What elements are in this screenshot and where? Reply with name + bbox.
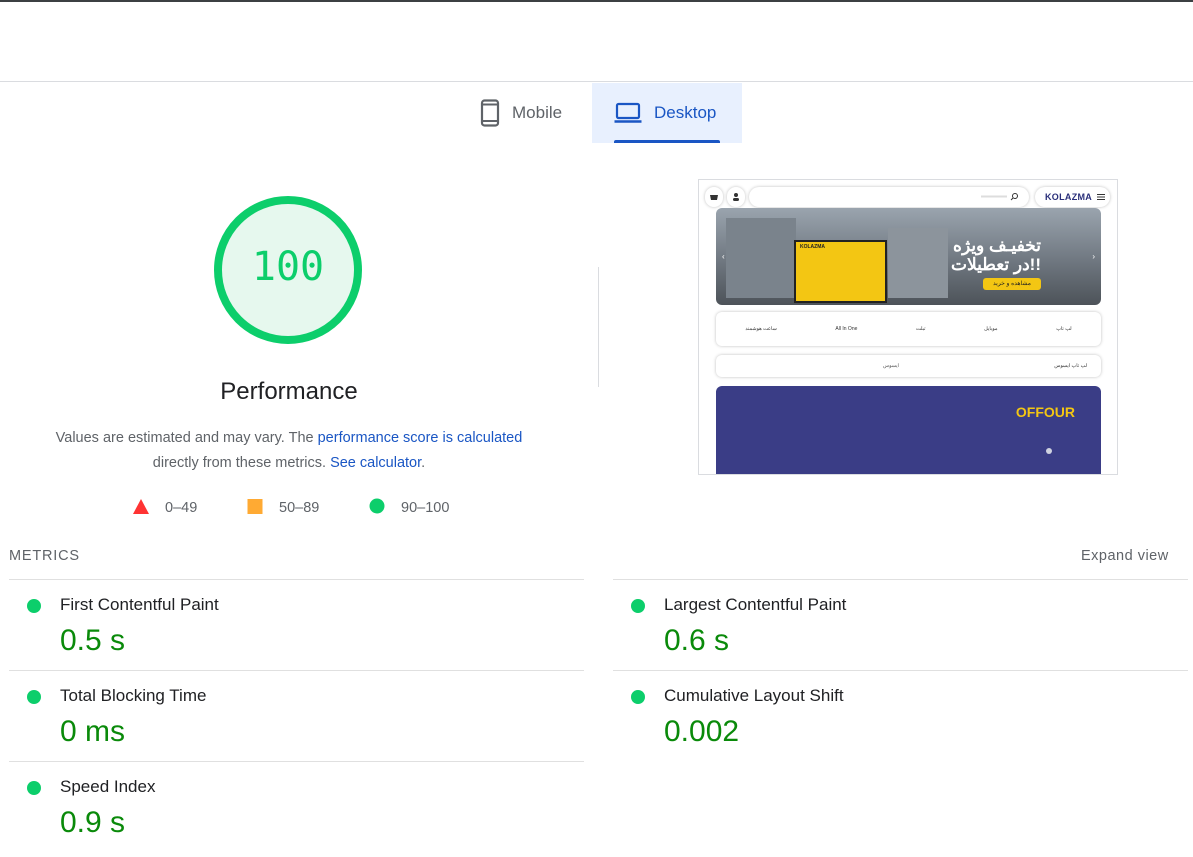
- banner-prev-arrow-icon: ‹: [722, 252, 725, 261]
- user-icon: [727, 187, 745, 207]
- legend-average-range: 50–89: [279, 500, 320, 516]
- metric-name: Total Blocking Time: [60, 686, 207, 705]
- store-image: KOLAZMA: [794, 240, 887, 303]
- cart-icon: [705, 187, 723, 207]
- building-shape: [888, 228, 948, 298]
- metric-value: 0.002: [664, 715, 740, 748]
- performance-description: Values are estimated and may vary. The p…: [30, 426, 548, 476]
- metric-speed-index: Speed Index 0.9 s: [9, 762, 584, 852]
- screenshot-suggestion-bar: ایسوس لپ تاپ ایسوس: [716, 355, 1101, 377]
- banner-line-2: در تعطیلات!!: [951, 255, 1041, 274]
- metric-name: Speed Index: [60, 777, 156, 796]
- legend-average: 50–89: [247, 498, 319, 518]
- banner-headline: تخفیـف ویژه در تعطیلات!!: [951, 236, 1041, 274]
- banner-line-1: تخفیـف ویژه: [953, 236, 1041, 255]
- header-area: [0, 2, 1193, 82]
- tab-mobile[interactable]: Mobile: [460, 83, 592, 143]
- tab-desktop[interactable]: Desktop: [592, 83, 742, 143]
- pass-circle-icon: [27, 781, 41, 795]
- metric-name: Cumulative Layout Shift: [664, 686, 844, 705]
- desc-text-2: directly from these metrics.: [152, 455, 331, 471]
- category-item: All In One: [835, 326, 858, 332]
- desc-text-1: Values are estimated and may vary. The: [55, 430, 318, 446]
- legend-fail-range: 0–49: [165, 500, 198, 516]
- menu-icon: [1097, 194, 1105, 200]
- laptop-icon: [614, 102, 642, 124]
- metric-value: 0 ms: [60, 715, 126, 748]
- category-item: لپ تاپ: [1056, 326, 1072, 332]
- suggestion-left: ایسوس: [883, 363, 899, 369]
- category-item: ساعت هوشمند: [745, 326, 777, 332]
- pass-circle-icon: [631, 599, 645, 613]
- pass-circle-icon: [369, 498, 385, 518]
- pass-circle-icon: [27, 599, 41, 613]
- metrics-heading: METRICS: [9, 548, 80, 564]
- metric-value: 0.9 s: [60, 806, 126, 839]
- legend-fail: 0–49: [133, 498, 197, 518]
- metric-lcp: Largest Contentful Paint 0.6 s: [613, 580, 1188, 670]
- tab-mobile-label: Mobile: [512, 103, 563, 122]
- category-item: موبایل: [984, 326, 998, 332]
- desc-text-3: .: [421, 455, 426, 471]
- building-shape: [726, 218, 796, 298]
- metric-tbt: Total Blocking Time 0 ms: [9, 671, 584, 761]
- screenshot-logo: KOLAZMA: [1045, 192, 1093, 202]
- screenshot-logo-pill: KOLAZMA: [1035, 187, 1110, 207]
- screenshot-topbar: KOLAZMA: [705, 187, 1110, 207]
- pass-circle-icon: [631, 690, 645, 704]
- score-calculated-link[interactable]: performance score is calculated: [318, 430, 523, 446]
- average-square-icon: [247, 498, 263, 518]
- page-screenshot: KOLAZMA KOLAZMA تخفیـف ویژه در تعطیلات!!…: [698, 179, 1118, 475]
- tab-desktop-label: Desktop: [654, 103, 717, 122]
- screenshot-search-bar: [749, 187, 1029, 207]
- screenshot-banner: KOLAZMA تخفیـف ویژه در تعطیلات!! مشاهده …: [716, 208, 1101, 305]
- metric-name: First Contentful Paint: [60, 595, 219, 614]
- metric-fcp: First Contentful Paint 0.5 s: [9, 580, 584, 670]
- expand-view-button[interactable]: Expand view: [1081, 548, 1169, 564]
- metric-cls: Cumulative Layout Shift 0.002: [613, 671, 1188, 761]
- legend-pass: 90–100: [369, 498, 449, 518]
- banner-button: مشاهده و خرید: [983, 278, 1041, 290]
- tab-selected-indicator: [614, 140, 720, 143]
- metric-name: Largest Contentful Paint: [664, 595, 847, 614]
- suggestion-right: لپ تاپ ایسوس: [1054, 363, 1087, 369]
- metric-value: 0.5 s: [60, 624, 126, 657]
- smartphone-icon: [480, 99, 500, 127]
- performance-score: 100: [251, 244, 325, 290]
- promo-logo: OFFOUR: [1015, 404, 1075, 420]
- metric-value: 0.6 s: [664, 624, 730, 657]
- see-calculator-link[interactable]: See calculator: [330, 455, 421, 471]
- fail-triangle-icon: [133, 498, 149, 518]
- store-sign: KOLAZMA: [800, 244, 825, 250]
- category-item: تبلت: [916, 326, 926, 332]
- vertical-divider: [598, 267, 599, 387]
- performance-title: Performance: [220, 378, 358, 405]
- banner-next-arrow-icon: ›: [1092, 252, 1095, 261]
- promo-ornament-icon: [1046, 448, 1052, 454]
- legend-pass-range: 90–100: [401, 500, 450, 516]
- screenshot-categories: ساعت هوشمند All In One تبلت موبایل لپ تا…: [716, 312, 1101, 346]
- screenshot-promo: OFFOUR: [716, 386, 1101, 474]
- pass-circle-icon: [27, 690, 41, 704]
